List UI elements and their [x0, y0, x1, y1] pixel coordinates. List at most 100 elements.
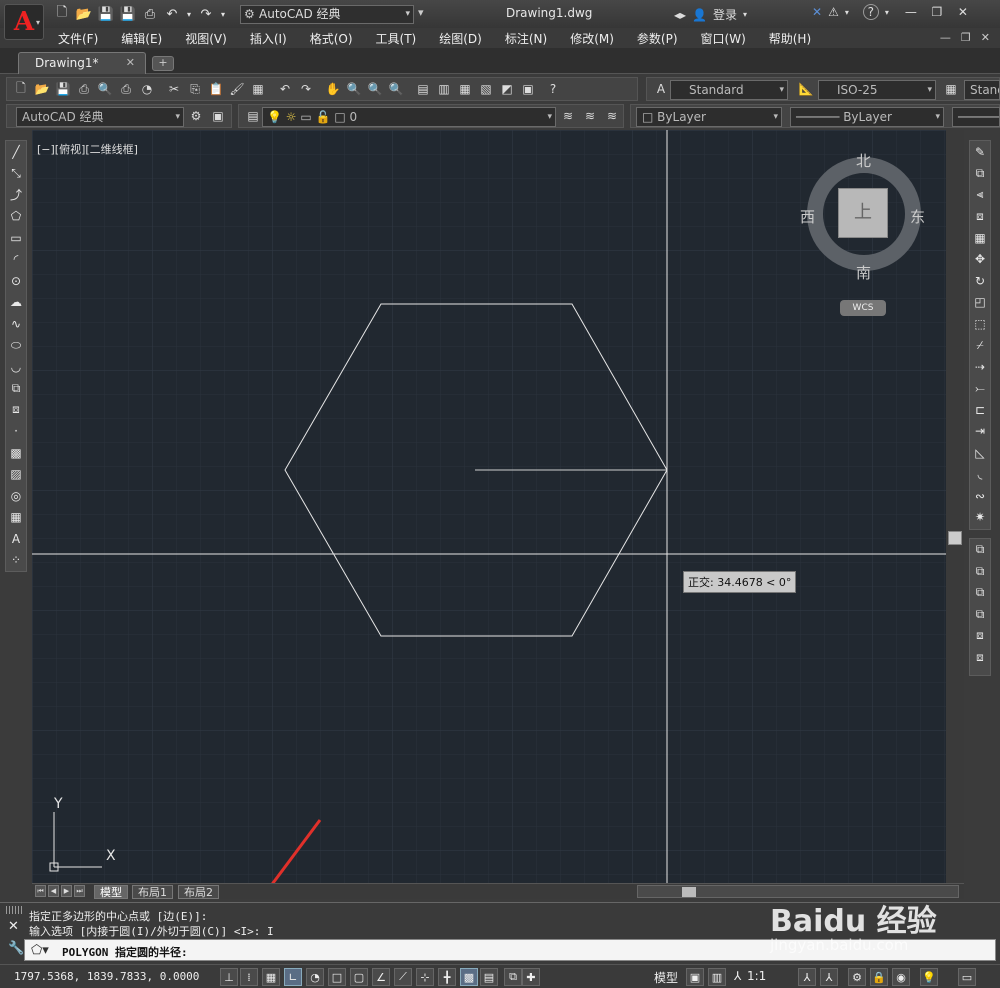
autodesk-360-icon[interactable]: ⚠: [828, 5, 839, 19]
dynamic-input-icon[interactable]: ⊹: [416, 968, 434, 986]
compass-south-label[interactable]: 南: [856, 262, 871, 283]
menu-dimension[interactable]: 标注(N): [505, 30, 547, 47]
publish-icon[interactable]: ⎙: [116, 79, 136, 99]
new-file-icon[interactable]: 🗋: [11, 79, 31, 99]
toolbar-lock-icon[interactable]: 🔒: [870, 968, 888, 986]
print-icon[interactable]: ⎙: [74, 79, 94, 99]
wcs-menu-button[interactable]: WCS: [840, 300, 886, 316]
3d-print-icon[interactable]: ◔: [137, 79, 157, 99]
isolate-objects-icon[interactable]: 💡: [920, 968, 938, 986]
menu-edit[interactable]: 编辑(E): [121, 30, 162, 47]
compass-west-label[interactable]: 西: [800, 206, 815, 227]
new-file-icon[interactable]: 🗋: [52, 4, 72, 24]
region-icon[interactable]: ◎: [7, 485, 25, 507]
compass-east-label[interactable]: 东: [910, 206, 925, 227]
rectangle-icon[interactable]: ▭: [7, 227, 25, 249]
infer-constraints-icon[interactable]: ⊥: [220, 968, 238, 986]
undo-dropdown-icon[interactable]: ▾: [184, 4, 194, 24]
zoom-window-icon[interactable]: 🔍: [365, 79, 385, 99]
circle-icon[interactable]: ⊙: [7, 270, 25, 292]
multiline-text-icon[interactable]: A: [7, 528, 25, 550]
dim-style-icon[interactable]: 📐: [796, 79, 816, 99]
zoom-previous-icon[interactable]: 🔍: [386, 79, 406, 99]
text-to-front-icon[interactable]: ⧈: [971, 625, 989, 647]
last-layout-icon[interactable]: ⏭: [74, 885, 85, 897]
menu-parametric[interactable]: 参数(P): [637, 30, 678, 47]
annotation-visibility-icon[interactable]: ⅄: [798, 968, 816, 986]
scale-icon[interactable]: ◰: [971, 292, 989, 314]
ortho-mode-icon[interactable]: ∟: [284, 968, 302, 986]
print-icon[interactable]: ⎙: [140, 4, 160, 24]
horizontal-scrollbar-thumb[interactable]: [682, 887, 696, 897]
text-style-dropdown[interactable]: Standard ▾: [670, 80, 788, 100]
close-icon[interactable]: ✕: [126, 53, 135, 73]
add-selected-icon[interactable]: ⁘: [7, 550, 25, 572]
clean-screen-icon[interactable]: ▭: [958, 968, 976, 986]
open-file-icon[interactable]: 📂: [74, 4, 94, 24]
menu-format[interactable]: 格式(O): [310, 30, 353, 47]
chevron-down-icon[interactable]: ▾: [743, 10, 747, 19]
break-at-point-icon[interactable]: ⤚: [971, 378, 989, 400]
tab-layout2[interactable]: 布局2: [178, 885, 219, 899]
snap-mode-icon[interactable]: ⁞: [240, 968, 258, 986]
make-current-icon[interactable]: ≋: [558, 106, 578, 126]
construction-line-icon[interactable]: ⤡: [7, 163, 25, 185]
tool-palettes-icon[interactable]: ▦: [455, 79, 475, 99]
rotate-icon[interactable]: ↻: [971, 270, 989, 292]
vertical-scrollbar[interactable]: [946, 130, 964, 883]
menu-draw[interactable]: 绘图(D): [439, 30, 482, 47]
qat-customize-icon[interactable]: ▾: [418, 6, 424, 19]
drawing-canvas[interactable]: [−][俯视][二维线框] 北 南 东 西 上 WCS Y X 正交: 34.4…: [32, 130, 964, 883]
undo-icon[interactable]: ↶: [275, 79, 295, 99]
point-icon[interactable]: ·: [7, 421, 25, 443]
insert-block-icon[interactable]: ⧉: [7, 378, 25, 400]
extend-icon[interactable]: ⇢: [971, 356, 989, 378]
polygon-icon[interactable]: ⬠: [7, 206, 25, 228]
hardware-acceleration-icon[interactable]: ◉: [892, 968, 910, 986]
design-center-icon[interactable]: ▥: [434, 79, 454, 99]
redo-dropdown-icon[interactable]: ▾: [218, 4, 228, 24]
layer-previous-icon[interactable]: ≋: [580, 106, 600, 126]
arc-icon[interactable]: ◜: [7, 249, 25, 271]
restore-icon[interactable]: ❐: [961, 31, 971, 44]
compass-north-label[interactable]: 北: [856, 150, 871, 171]
dynamic-ucs-icon[interactable]: ⟋: [394, 968, 412, 986]
move-icon[interactable]: ✥: [971, 249, 989, 271]
command-line[interactable]: ⬠▾ POLYGON 指定圆的半径:: [24, 939, 996, 961]
table-style-dropdown[interactable]: Stand: [964, 80, 1000, 100]
redo-icon[interactable]: ↷: [196, 4, 216, 24]
gradient-icon[interactable]: ▨: [7, 464, 25, 486]
coordinates-readout[interactable]: 1797.5368, 1839.7833, 0.0000: [14, 970, 199, 983]
prev-layout-icon[interactable]: ◀: [48, 885, 59, 897]
layer-dropdown[interactable]: 💡 ☼ ▭ 🔓 □ 0 ▾: [262, 107, 556, 127]
properties-icon[interactable]: ▤: [413, 79, 433, 99]
explode-icon[interactable]: ✷: [971, 507, 989, 529]
close-icon[interactable]: ✕: [8, 919, 19, 934]
polar-tracking-icon[interactable]: ◔: [306, 968, 324, 986]
hatch-icon[interactable]: ▩: [7, 442, 25, 464]
open-file-icon[interactable]: 📂: [32, 79, 52, 99]
minimize-icon[interactable]: —: [903, 4, 919, 20]
mirror-icon[interactable]: ⫷: [971, 184, 989, 206]
menu-insert[interactable]: 插入(I): [250, 30, 287, 47]
quick-view-drawings-icon[interactable]: ▥: [708, 968, 726, 986]
3d-object-snap-icon[interactable]: ▢: [350, 968, 368, 986]
wrench-icon[interactable]: 🔧: [8, 941, 24, 956]
menu-modify[interactable]: 修改(M): [570, 30, 614, 47]
spline-icon[interactable]: ∿: [7, 313, 25, 335]
menu-file[interactable]: 文件(F): [58, 30, 98, 47]
search-arrows-icon[interactable]: ◂▸: [674, 8, 686, 22]
drag-grip[interactable]: [6, 906, 22, 914]
signin-link[interactable]: 登录: [713, 6, 737, 23]
horizontal-scrollbar[interactable]: [637, 885, 959, 898]
break-icon[interactable]: ⊏: [971, 399, 989, 421]
annotation-scale-value[interactable]: 1:1: [747, 969, 766, 983]
layer-manager-icon[interactable]: ▤: [243, 106, 263, 126]
save-as-icon[interactable]: 💾: [118, 4, 138, 24]
restore-icon[interactable]: ❐: [929, 4, 945, 20]
chevron-down-icon[interactable]: ▾: [885, 8, 889, 17]
tab-layout1[interactable]: 布局1: [132, 885, 173, 899]
stretch-icon[interactable]: ⬚: [971, 313, 989, 335]
menu-tools[interactable]: 工具(T): [376, 30, 417, 47]
chevron-down-icon[interactable]: ▾: [845, 8, 849, 17]
